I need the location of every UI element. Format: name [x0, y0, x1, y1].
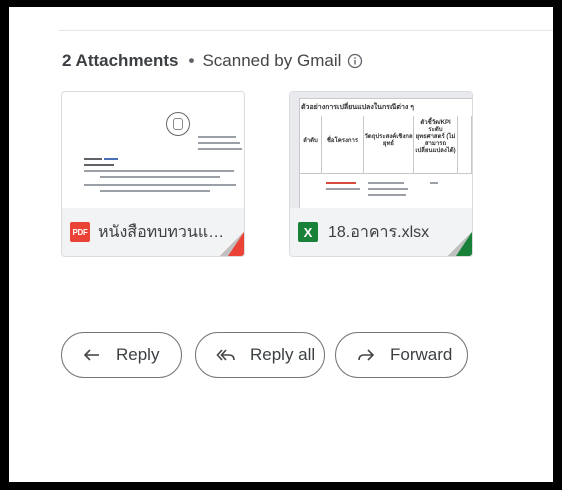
attachment-filename: หนังสือทบทวนแผน...: [98, 223, 233, 241]
sheet-title: ตัวอย่างการเปลี่ยนแปลงในกรณีต่าง ๆ: [301, 104, 415, 111]
reply-arrow-icon: [83, 349, 99, 361]
pdf-icon: PDF: [70, 222, 90, 242]
sheet-header-cell: ตัวชี้วัด/KPI ระดับยุทธศาสตร์ (ไม่สามารถ…: [414, 116, 458, 174]
forward-label: Forward: [390, 345, 453, 364]
separator-dot: •: [188, 51, 195, 70]
reply-button[interactable]: Reply: [61, 332, 182, 378]
attachment-footer: PDF หนังสือทบทวนแผน...: [62, 208, 244, 256]
page-fold-corner: [448, 232, 472, 256]
attachment-footer: X 18.อาคาร.xlsx: [290, 208, 472, 256]
reply-label: Reply: [116, 345, 160, 364]
reply-all-label: Reply all: [250, 345, 316, 364]
forward-arrow-icon: [358, 349, 375, 361]
attachments-header: 2 Attachments • Scanned by Gmail: [62, 51, 363, 71]
pdf-preview-thumbnail: [62, 92, 244, 208]
sheet-header-cell: วัตถุประสงค์เชิงกลยุทธ์: [364, 116, 414, 174]
sheet-header-cell: ลำดับ: [300, 116, 322, 174]
divider: [59, 30, 553, 31]
attachments-count: 2 Attachments: [62, 51, 179, 70]
info-icon[interactable]: [347, 53, 363, 69]
email-view: 2 Attachments • Scanned by Gmail PDF หนั…: [9, 7, 553, 482]
reply-all-arrow-icon: [216, 349, 235, 361]
scanned-by-gmail-label: Scanned by Gmail: [202, 51, 342, 70]
sheet-header-cell: ชื่อโครงการ: [322, 116, 364, 174]
forward-button[interactable]: Forward: [335, 332, 468, 378]
attachment-card-xlsx[interactable]: ตัวอย่างการเปลี่ยนแปลงในกรณีต่าง ๆ ลำดับ…: [289, 91, 473, 257]
attachment-filename: 18.อาคาร.xlsx: [328, 223, 430, 241]
seal-emblem-icon: [166, 112, 190, 136]
page-fold-corner: [220, 232, 244, 256]
attachment-card-pdf[interactable]: PDF หนังสือทบทวนแผน...: [61, 91, 245, 257]
reply-all-button[interactable]: Reply all: [195, 332, 325, 378]
excel-icon: X: [298, 222, 318, 242]
spreadsheet-preview-thumbnail: ตัวอย่างการเปลี่ยนแปลงในกรณีต่าง ๆ ลำดับ…: [290, 92, 472, 208]
